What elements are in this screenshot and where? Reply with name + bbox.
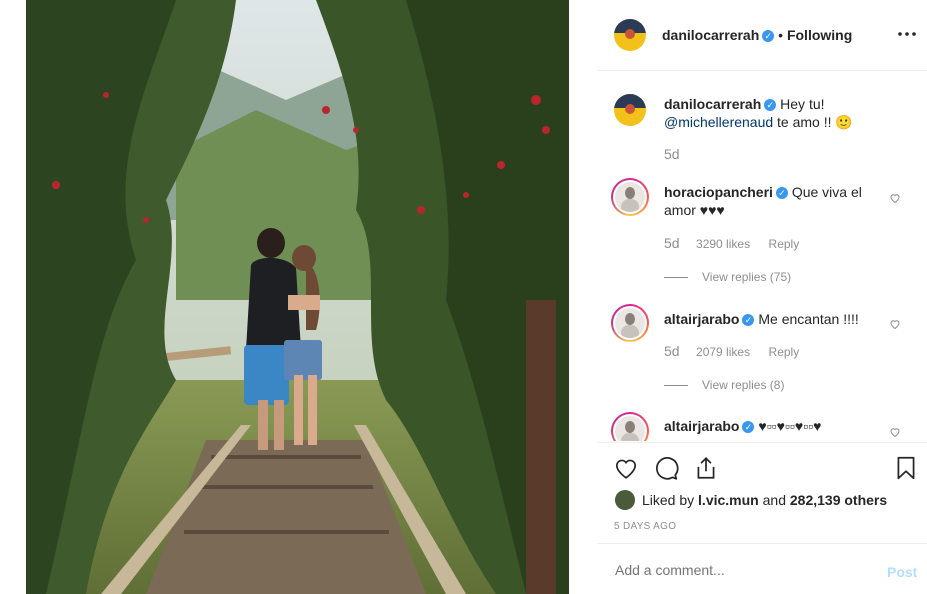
caption-text-end: te amo !! 🙂 <box>777 114 853 130</box>
comment-clip: altairjarabo ✓ ♥▫▫♥▫▫♥▫▫♥ <box>597 408 927 441</box>
post-timestamp[interactable]: 5 DAYS AGO <box>614 521 676 532</box>
comment-avatar[interactable] <box>611 178 649 216</box>
comment-meta: 5d 3290 likes Reply <box>664 235 799 253</box>
post-comment-button[interactable]: Post <box>887 564 917 580</box>
caption-text: Hey tu! <box>780 96 825 112</box>
photo-illustration <box>26 0 569 594</box>
caption-time[interactable]: 5d <box>664 146 680 162</box>
actions-divider <box>597 442 927 443</box>
verified-badge-icon: ✓ <box>775 187 788 199</box>
post-photo[interactable] <box>26 0 569 594</box>
comment-time[interactable]: 5d <box>664 235 680 251</box>
reply-button[interactable]: Reply <box>769 345 800 359</box>
liked-by-avatar[interactable] <box>615 490 635 510</box>
comment-meta: 5d 2079 likes Reply <box>664 343 799 361</box>
comment-bubble-icon[interactable] <box>653 455 679 481</box>
comment-like-heart-icon[interactable] <box>889 317 901 330</box>
comment-username[interactable]: altairjarabo <box>664 311 739 327</box>
header-divider <box>597 70 927 71</box>
liked-by: Liked by l.vic.mun and 282,139 others <box>642 492 887 508</box>
verified-badge-icon: ✓ <box>762 30 775 42</box>
comment: horaciopancheri ✓ Que viva el amor ♥♥♥ <box>664 183 864 219</box>
add-comment-input[interactable] <box>613 558 867 582</box>
owner-avatar[interactable] <box>614 19 646 51</box>
comment-text: ♥▫▫♥▫▫♥▫▫♥ <box>758 418 822 434</box>
comment-like-heart-icon[interactable] <box>889 425 901 438</box>
comment-box-divider <box>597 543 927 544</box>
post-side-panel: danilocarrerah ✓ • Following danilocarrer… <box>597 0 927 594</box>
caption-avatar[interactable] <box>614 94 646 126</box>
comment-likes[interactable]: 2079 likes <box>696 345 750 359</box>
owner-username[interactable]: danilocarrerah <box>662 27 759 43</box>
replies-line <box>664 277 688 279</box>
liked-by-count[interactable]: 282,139 others <box>790 492 887 508</box>
caption-mention[interactable]: @michellerenaud <box>664 114 773 130</box>
caption-username[interactable]: danilocarrerah <box>664 96 761 112</box>
view-replies-button[interactable]: View replies (75) <box>664 270 791 284</box>
more-options-icon[interactable] <box>895 22 919 46</box>
save-bookmark-icon[interactable] <box>893 455 919 481</box>
liked-by-user[interactable]: l.vic.mun <box>698 492 759 508</box>
caption: danilocarrerah ✓ Hey tu! @michellerenaud … <box>664 95 884 131</box>
liked-by-and: and <box>762 492 786 508</box>
verified-badge-icon: ✓ <box>764 99 777 111</box>
header-separator: • <box>778 27 784 43</box>
comment-avatar[interactable] <box>611 412 649 441</box>
comment-like-heart-icon[interactable] <box>889 191 901 204</box>
view-replies-label: View replies (75) <box>702 270 792 284</box>
post-header: danilocarrerah ✓ • Following <box>662 27 852 43</box>
comment: altairjarabo ✓ ♥▫▫♥▫▫♥▫▫♥ <box>664 417 894 435</box>
share-icon[interactable] <box>693 455 719 481</box>
comment: altairjarabo ✓ Me encantan !!!! <box>664 310 884 328</box>
liked-by-prefix: Liked by <box>642 492 695 508</box>
comment-username[interactable]: horaciopancheri <box>664 184 773 200</box>
comment-username[interactable]: altairjarabo <box>664 418 739 434</box>
verified-badge-icon: ✓ <box>742 421 755 433</box>
comment-avatar[interactable] <box>611 304 649 342</box>
comment-likes[interactable]: 3290 likes <box>696 237 750 251</box>
verified-badge-icon: ✓ <box>742 314 755 326</box>
like-heart-icon[interactable] <box>613 455 639 481</box>
replies-line <box>664 385 688 387</box>
view-replies-label: View replies (8) <box>702 378 785 392</box>
reply-button[interactable]: Reply <box>769 237 800 251</box>
comment-text: Me encantan !!!! <box>758 311 859 327</box>
following-button[interactable]: Following <box>787 27 852 43</box>
view-replies-button[interactable]: View replies (8) <box>664 378 784 392</box>
comment-time[interactable]: 5d <box>664 343 680 359</box>
